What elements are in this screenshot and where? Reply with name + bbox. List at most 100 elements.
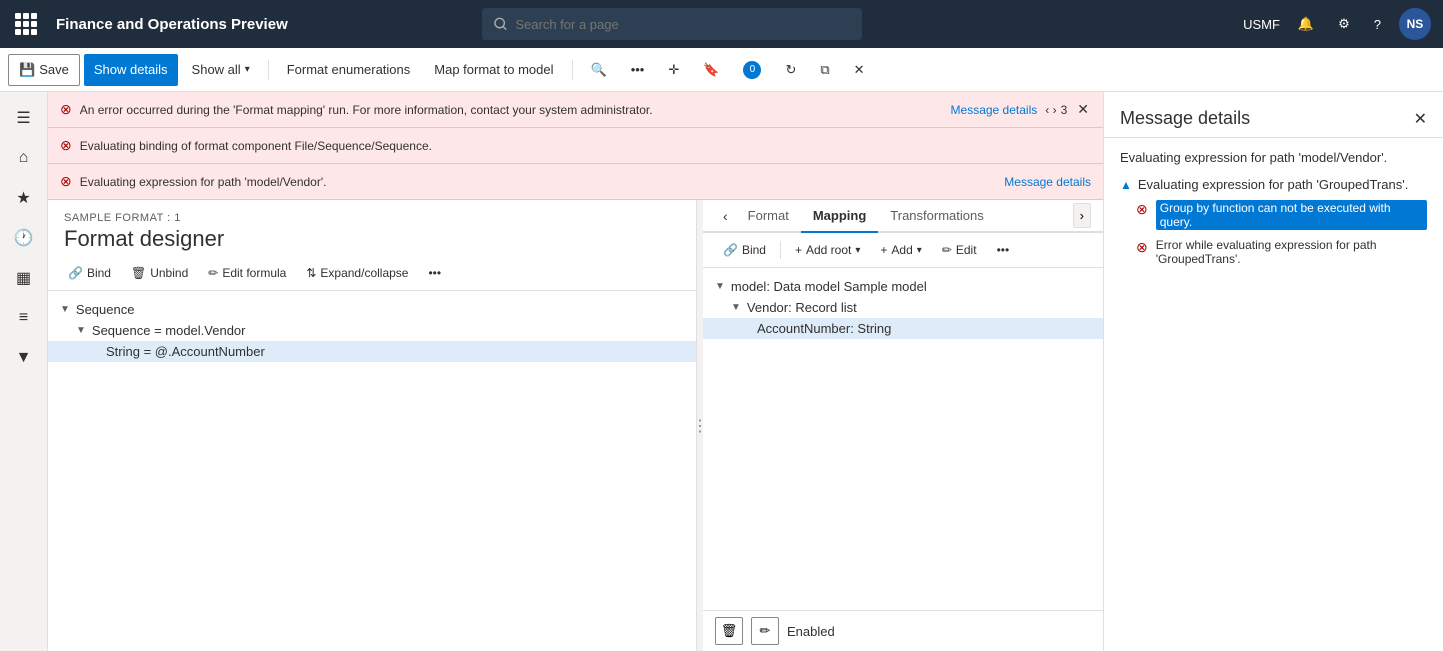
search-box[interactable] bbox=[482, 8, 862, 40]
add-root-button[interactable]: + Add root ▾ bbox=[787, 239, 868, 261]
tree-item-sequence[interactable]: ▼ Sequence bbox=[48, 299, 696, 320]
message-error-1: ⊗ Group by function can not be executed … bbox=[1120, 200, 1427, 230]
format-toolbar: 🔗 Bind 🗑 Unbind ✏ Edit formula ⇅ Expand/… bbox=[48, 256, 696, 291]
dt-item-vendor[interactable]: ▼ Vendor: Record list bbox=[703, 297, 1103, 318]
content-area: ⊗ An error occurred during the 'Format m… bbox=[48, 92, 1103, 651]
message-panel-body: Evaluating expression for path 'model/Ve… bbox=[1104, 138, 1443, 651]
search-input[interactable] bbox=[515, 17, 850, 32]
tab-transformations[interactable]: Transformations bbox=[878, 200, 995, 233]
refresh-button[interactable]: ↻ bbox=[775, 54, 806, 86]
mapping-toolbar: 🔗 Bind + Add root ▾ + Add ▾ bbox=[703, 233, 1103, 268]
settings-button[interactable]: ⚙ bbox=[1332, 12, 1356, 36]
edit-bottom-button[interactable]: ✏ bbox=[751, 617, 779, 645]
open-new-button[interactable]: ⧉ bbox=[810, 54, 839, 86]
bind-button[interactable]: 🔗 Bind bbox=[60, 262, 119, 284]
message-details-link-main[interactable]: Message details bbox=[951, 103, 1038, 117]
more-mapping-options[interactable]: ••• bbox=[989, 239, 1018, 261]
error-icon-sub1: ⊗ bbox=[60, 137, 72, 154]
more-format-options[interactable]: ••• bbox=[420, 262, 449, 284]
message-expand-row: ▲ Evaluating expression for path 'Groupe… bbox=[1120, 177, 1427, 192]
message-details-link-sub2[interactable]: Message details bbox=[1004, 175, 1091, 189]
show-details-button[interactable]: Show details bbox=[84, 54, 178, 86]
tree-arrow-vendor: ▼ bbox=[76, 325, 86, 336]
bookmark-button[interactable]: 🔖 bbox=[693, 54, 729, 86]
edit-formula-icon: ✏ bbox=[208, 266, 218, 280]
designer-title: Format designer bbox=[64, 226, 680, 252]
mp-error-icon-2: ⊗ bbox=[1136, 239, 1148, 256]
grid-menu-button[interactable] bbox=[12, 10, 40, 38]
close-toolbar-button[interactable]: ✕ bbox=[844, 54, 875, 86]
notification-button[interactable]: 🔔 bbox=[1292, 12, 1320, 36]
bind-label: Bind bbox=[87, 266, 111, 280]
tree-label-vendor: Sequence = model.Vendor bbox=[92, 323, 246, 338]
edit-mapping-button[interactable]: ✏ Edit bbox=[934, 239, 985, 261]
add-button[interactable]: + Add ▾ bbox=[872, 239, 929, 261]
sidebar-star[interactable]: ★ bbox=[6, 180, 42, 216]
dt-item-model[interactable]: ▼ model: Data model Sample model bbox=[703, 276, 1103, 297]
tree-item-string-account[interactable]: String = @.AccountNumber bbox=[48, 341, 696, 362]
sidebar-hamburger[interactable]: ☰ bbox=[6, 100, 42, 136]
tree-label-sequence: Sequence bbox=[76, 302, 135, 317]
format-enumerations-button[interactable]: Format enumerations bbox=[277, 54, 421, 86]
tab-mapping[interactable]: Mapping bbox=[801, 200, 878, 233]
help-button[interactable]: ? bbox=[1368, 13, 1387, 36]
error-prev-icon[interactable]: ‹ › bbox=[1045, 103, 1056, 117]
message-error-highlight: Group by function can not be executed wi… bbox=[1156, 200, 1427, 230]
toolbar-separator-1 bbox=[268, 60, 269, 80]
search-toolbar-button[interactable]: 🔍 bbox=[581, 54, 617, 86]
save-button[interactable]: 💾 Save bbox=[8, 54, 80, 86]
top-bar: Finance and Operations Preview USMF 🔔 ⚙ … bbox=[0, 0, 1443, 48]
left-sidebar: ☰ ⌂ ★ 🕐 ▦ ≡ ▼ bbox=[0, 92, 48, 651]
error-sub2-text: Evaluating expression for path 'model/Ve… bbox=[80, 175, 997, 189]
sidebar-clock[interactable]: 🕐 bbox=[6, 220, 42, 256]
error-count: 3 bbox=[1061, 103, 1068, 117]
show-all-label: Show all bbox=[192, 62, 241, 77]
collapse-icon[interactable]: ▲ bbox=[1120, 178, 1132, 192]
save-label: Save bbox=[39, 62, 69, 77]
tab-back-button[interactable]: ‹ bbox=[715, 204, 736, 228]
plus-icon-add: + bbox=[880, 243, 887, 257]
error-main-row: ⊗ An error occurred during the 'Format m… bbox=[60, 101, 1037, 118]
tree-item-sequence-vendor[interactable]: ▼ Sequence = model.Vendor bbox=[48, 320, 696, 341]
message-panel-header: Message details ✕ bbox=[1104, 92, 1443, 138]
add-label: Add bbox=[891, 243, 912, 257]
company-selector[interactable]: USMF bbox=[1243, 17, 1280, 32]
dt-item-account[interactable]: AccountNumber: String bbox=[703, 318, 1103, 339]
show-details-label: Show details bbox=[94, 62, 168, 77]
crosshair-button[interactable]: ✛ bbox=[658, 54, 689, 86]
map-format-button[interactable]: Map format to model bbox=[424, 54, 563, 86]
tab-format[interactable]: Format bbox=[736, 200, 801, 233]
error-close-button[interactable]: ✕ bbox=[1075, 99, 1091, 120]
sidebar-list[interactable]: ≡ bbox=[6, 300, 42, 336]
mp-error-icon-1: ⊗ bbox=[1136, 201, 1148, 218]
format-enumerations-label: Format enumerations bbox=[287, 62, 411, 77]
error-counter: ‹ › 3 bbox=[1045, 103, 1067, 117]
edit-formula-button[interactable]: ✏ Edit formula bbox=[200, 262, 294, 284]
message-top-text: Evaluating expression for path 'model/Ve… bbox=[1120, 150, 1427, 165]
mapping-bind-label: Bind bbox=[742, 243, 766, 257]
counter-button[interactable]: 0 bbox=[733, 54, 771, 86]
dt-label-account: AccountNumber: String bbox=[757, 321, 891, 336]
error-icon-main: ⊗ bbox=[60, 101, 72, 118]
more-options-button[interactable]: ••• bbox=[621, 54, 655, 86]
tree-label-string: String = @.AccountNumber bbox=[106, 344, 265, 359]
search-icon bbox=[494, 17, 507, 31]
avatar[interactable]: NS bbox=[1399, 8, 1431, 40]
expand-collapse-button[interactable]: ⇅ Expand/collapse bbox=[298, 262, 416, 284]
sidebar-home[interactable]: ⌂ bbox=[6, 140, 42, 176]
bottom-bar: 🗑 ✏ Enabled bbox=[703, 610, 1103, 651]
message-panel-close[interactable]: ✕ bbox=[1414, 109, 1427, 129]
mapping-bind-button[interactable]: 🔗 Bind bbox=[715, 239, 774, 261]
enabled-status: Enabled bbox=[787, 624, 835, 639]
error-main-text: An error occurred during the 'Format map… bbox=[80, 103, 943, 117]
sidebar-grid[interactable]: ▦ bbox=[6, 260, 42, 296]
dt-arrow-model: ▼ bbox=[715, 281, 725, 292]
unbind-button[interactable]: 🗑 Unbind bbox=[123, 262, 196, 284]
delete-button[interactable]: 🗑 bbox=[715, 617, 743, 645]
add-root-label: Add root bbox=[806, 243, 851, 257]
sidebar-filter[interactable]: ▼ bbox=[6, 340, 42, 376]
tab-forward-button[interactable]: › bbox=[1073, 203, 1091, 228]
add-chevron: ▾ bbox=[917, 245, 922, 256]
format-panel: SAMPLE FORMAT : 1 Format designer 🔗 Bind… bbox=[48, 200, 697, 651]
show-all-button[interactable]: Show all ▾ bbox=[182, 54, 260, 86]
